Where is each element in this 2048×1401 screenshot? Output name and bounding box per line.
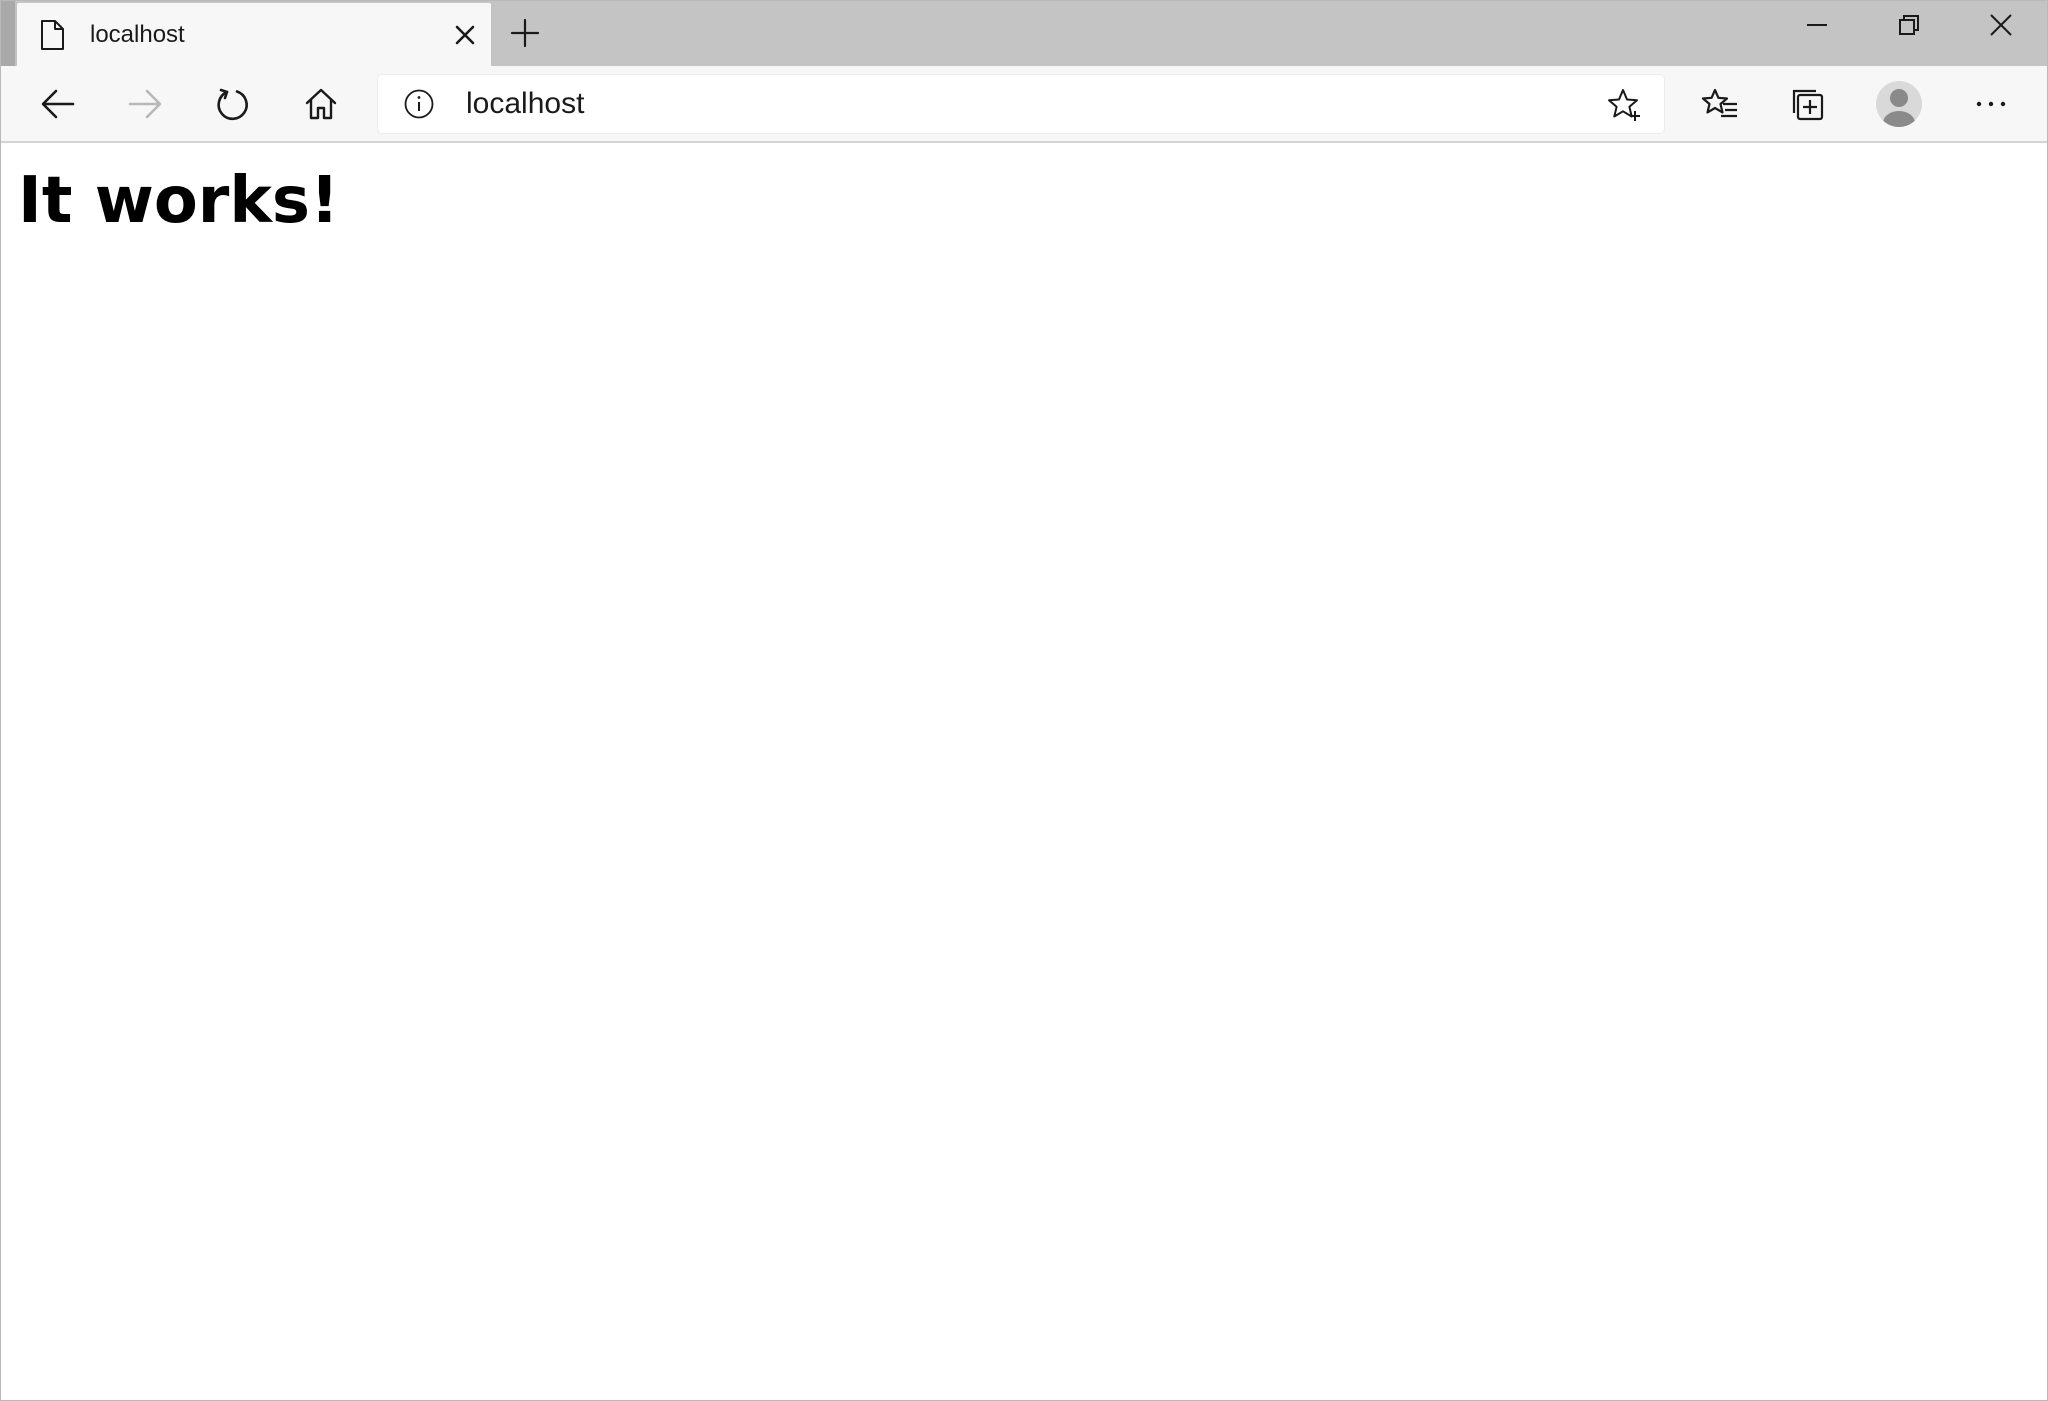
tab-strip: localhost: [1, 1, 2047, 66]
refresh-icon[interactable]: [211, 82, 255, 126]
new-tab-icon[interactable]: [509, 17, 541, 49]
collections-icon[interactable]: [1786, 82, 1830, 126]
page-heading: It works!: [18, 164, 340, 238]
browser-window: localhost localhost It works!: [0, 0, 2048, 1401]
address-bar[interactable]: [378, 75, 1664, 133]
restore-icon[interactable]: [1863, 1, 1955, 49]
tab-strip-edge: [1, 1, 15, 66]
star-add-icon[interactable]: [1606, 87, 1642, 123]
close-window-icon[interactable]: [1955, 1, 2047, 49]
back-arrow-icon[interactable]: [36, 82, 80, 126]
page-icon: [37, 19, 67, 51]
forward-arrow-icon[interactable]: [123, 82, 167, 126]
home-icon[interactable]: [299, 82, 343, 126]
favorites-icon[interactable]: [1698, 82, 1742, 126]
page-content: It works!: [1, 143, 2047, 1400]
address-input[interactable]: [466, 88, 1566, 120]
profile-avatar-icon[interactable]: [1874, 79, 1924, 129]
minimize-icon[interactable]: [1771, 1, 1863, 49]
tab-title: localhost: [90, 21, 185, 48]
close-tab-icon[interactable]: [453, 23, 477, 47]
tab-localhost[interactable]: localhost: [17, 3, 491, 66]
more-icon[interactable]: [1969, 82, 2013, 126]
browser-toolbar: [1, 66, 2047, 143]
info-icon[interactable]: [403, 88, 435, 120]
